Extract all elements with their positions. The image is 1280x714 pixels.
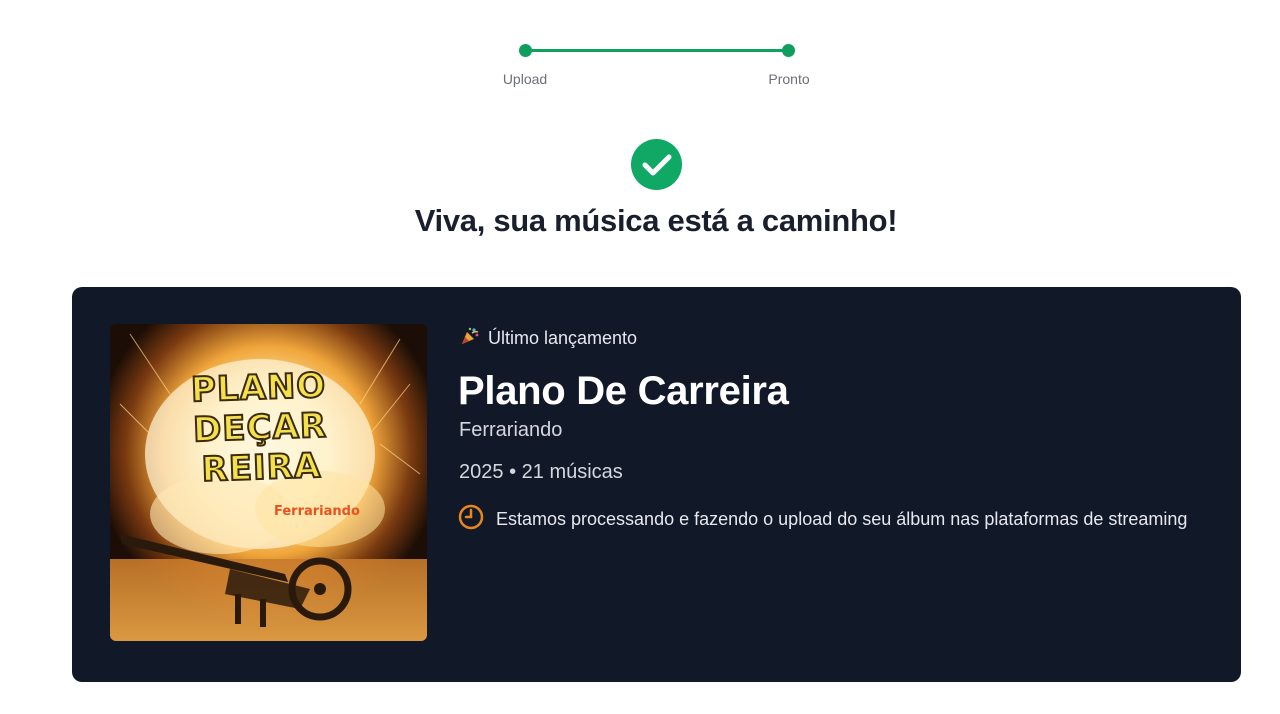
release-meta: 2025 • 21 músicas <box>459 461 623 484</box>
step-label-pronto: Pronto <box>768 71 810 87</box>
album-cover: PLANO DEÇAR REIRA Ferrariando <box>110 324 427 641</box>
cover-art-title: PLANO DEÇAR REIRA <box>188 365 332 491</box>
cover-title-line: PLANO <box>189 365 328 412</box>
release-card: PLANO DEÇAR REIRA Ferrariando Último lan… <box>72 287 1241 682</box>
release-badge: Último lançamento <box>460 326 637 351</box>
step-dot-upload <box>519 44 532 57</box>
progress-stepper: Upload Pronto <box>496 40 826 90</box>
meta-separator: • <box>509 461 517 483</box>
check-circle-icon <box>631 139 682 190</box>
party-popper-icon <box>460 326 480 351</box>
release-badge-label: Último lançamento <box>488 328 638 348</box>
cover-art-artist: Ferrariando <box>274 504 360 519</box>
artist-name: Ferrariando <box>459 419 563 441</box>
release-year: 2025 <box>459 461 504 483</box>
track-count: 21 músicas <box>521 461 623 483</box>
clock-icon <box>458 504 484 535</box>
step-dot-pronto <box>782 44 795 57</box>
status-message: Estamos processando e fazendo o upload d… <box>496 509 1188 529</box>
album-title: Plano De Carreira <box>458 369 789 413</box>
step-label-upload: Upload <box>502 71 548 87</box>
stepper-track <box>525 49 788 52</box>
upload-status: Estamos processando e fazendo o upload d… <box>458 504 1187 535</box>
cover-title-line: REIRA <box>200 445 323 491</box>
page-title: Viva, sua música está a caminho! <box>414 203 898 238</box>
cover-title-line: DEÇAR <box>191 405 328 452</box>
